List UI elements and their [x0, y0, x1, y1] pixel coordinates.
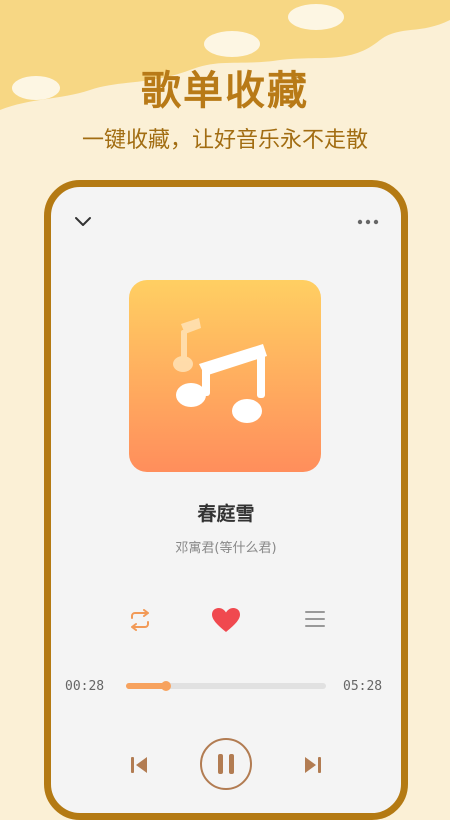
song-title: 春庭雪 — [197, 503, 255, 525]
phone-mockup: 春庭雪 邓寓君(等什么君) 00:28 05:28 — [44, 180, 408, 820]
next-icon[interactable] — [303, 755, 323, 775]
more-dots-icon[interactable] — [357, 219, 379, 225]
pause-icon[interactable] — [199, 737, 253, 791]
playlist-icon[interactable] — [304, 609, 326, 629]
music-note-icon — [173, 318, 267, 423]
current-time: 00:28 — [65, 679, 105, 694]
artist-name: 邓寓君(等什么君) — [175, 541, 277, 556]
album-cover — [129, 280, 321, 472]
progress-fill — [126, 683, 167, 689]
chevron-down-icon[interactable] — [73, 214, 93, 228]
progress-thumb[interactable] — [161, 681, 172, 691]
page-headline: 歌单收藏 — [141, 68, 309, 114]
repeat-icon[interactable] — [127, 609, 153, 631]
total-time: 05:28 — [343, 679, 383, 694]
progress-bar[interactable] — [126, 681, 326, 691]
heart-icon[interactable] — [211, 607, 241, 633]
page-subheadline: 一键收藏，让好音乐永不走散 — [81, 128, 368, 153]
previous-icon[interactable] — [129, 755, 149, 775]
